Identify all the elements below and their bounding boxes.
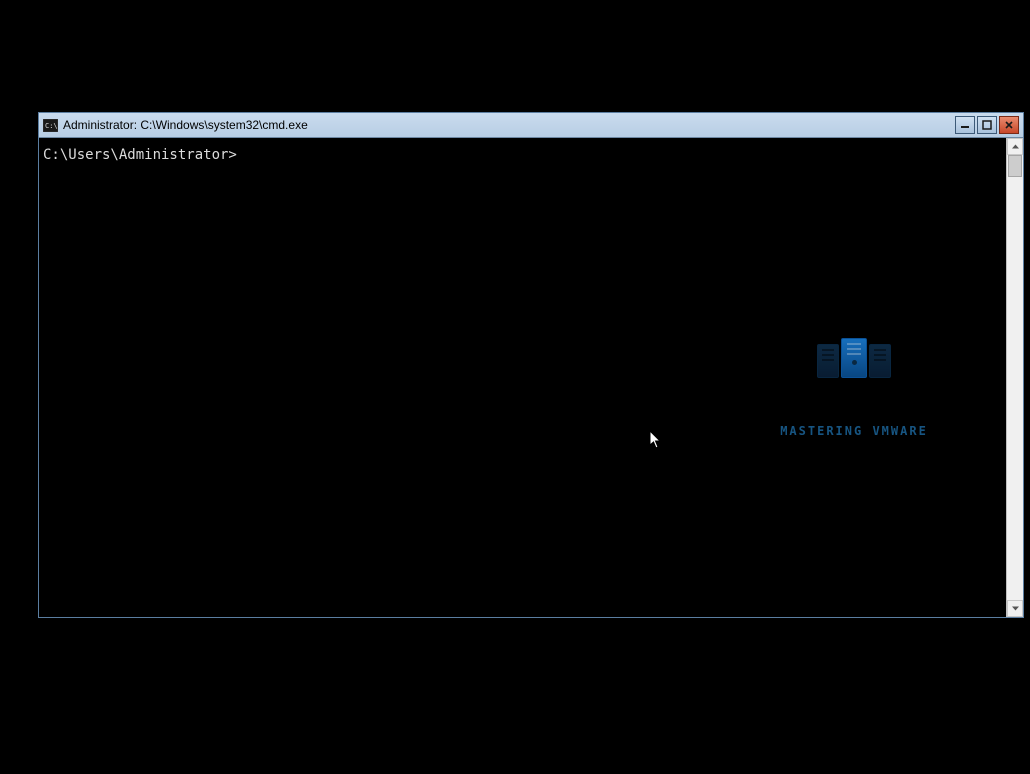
close-button[interactable] — [999, 116, 1019, 134]
scroll-track[interactable] — [1007, 155, 1023, 600]
close-icon — [1004, 120, 1014, 130]
scroll-thumb[interactable] — [1008, 155, 1022, 177]
watermark-text: MASTERING VMWARE — [739, 422, 969, 440]
watermark: MASTERING VMWARE — [739, 302, 969, 476]
client-area: C:\Users\Administrator> MASTERING VMWARE — [39, 138, 1023, 617]
window-title: Administrator: C:\Windows\system32\cmd.e… — [63, 118, 955, 132]
prompt: C:\Users\Administrator> — [43, 147, 237, 163]
titlebar[interactable]: C:\ Administrator: C:\Windows\system32\c… — [39, 113, 1023, 138]
scroll-down-button[interactable] — [1007, 600, 1023, 617]
cmd-window: C:\ Administrator: C:\Windows\system32\c… — [38, 112, 1024, 618]
desktop: C:\ Administrator: C:\Windows\system32\c… — [0, 0, 1030, 774]
maximize-button[interactable] — [977, 116, 997, 134]
chevron-down-icon — [1011, 604, 1020, 613]
window-controls — [955, 116, 1019, 134]
minimize-icon — [960, 120, 970, 130]
terminal-output[interactable]: C:\Users\Administrator> MASTERING VMWARE — [39, 138, 1006, 617]
minimize-button[interactable] — [955, 116, 975, 134]
cmd-system-icon[interactable]: C:\ — [43, 119, 58, 132]
server-rack-icon — [739, 338, 969, 378]
chevron-up-icon — [1011, 142, 1020, 151]
mouse-cursor-icon — [565, 412, 579, 432]
scroll-up-button[interactable] — [1007, 138, 1023, 155]
maximize-icon — [982, 120, 992, 130]
vertical-scrollbar[interactable] — [1006, 138, 1023, 617]
svg-text:C:\: C:\ — [45, 122, 58, 130]
